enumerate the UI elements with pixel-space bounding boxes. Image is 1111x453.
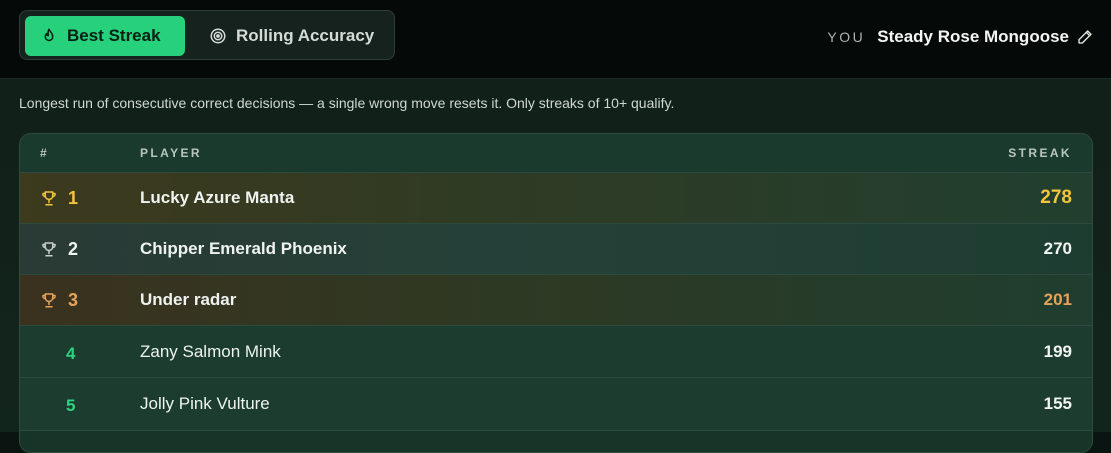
silver-trophy-icon (40, 240, 58, 258)
rank-number: 1 (68, 187, 79, 208)
rank-number: 5 (66, 396, 76, 415)
streak-value: 199 (1043, 341, 1072, 361)
leaderboard-panel: Longest run of consecutive correct decis… (0, 79, 1111, 453)
flame-icon (39, 26, 59, 46)
target-icon (208, 26, 228, 46)
pencil-icon[interactable] (1077, 29, 1093, 45)
leaderboard-description: Longest run of consecutive correct decis… (19, 95, 675, 111)
rank-cell: 1 (40, 173, 78, 223)
user-name: Steady Rose Mongoose (877, 27, 1069, 46)
top-bar: Best Streak Rolling Accuracy YOU Steady … (0, 0, 1111, 79)
tab-rolling-accuracy-label: Rolling Accuracy (236, 26, 375, 45)
you-label: YOU (827, 29, 866, 45)
table-row[interactable]: 5 Jolly Pink Vulture 155 (20, 378, 1092, 431)
table-header: # PLAYER STREAK (20, 134, 1092, 173)
streak-value: 278 (1040, 187, 1072, 208)
tab-best-streak[interactable]: Best Streak (25, 16, 185, 56)
bronze-trophy-icon (40, 291, 58, 309)
streak-value: 201 (1043, 290, 1072, 309)
column-header-streak: STREAK (1008, 146, 1072, 160)
player-name: Under radar (140, 290, 237, 309)
current-user: YOU Steady Rose Mongoose (827, 24, 1093, 50)
player-name: Chipper Emerald Phoenix (140, 239, 347, 258)
streak-value: 155 (1043, 394, 1072, 413)
player-name: Lucky Azure Manta (140, 188, 295, 207)
streak-value: 270 (1043, 239, 1072, 258)
rank-number: 3 (68, 289, 79, 310)
tab-rolling-accuracy[interactable]: Rolling Accuracy (202, 16, 392, 56)
rank-cell: 2 (40, 224, 78, 274)
column-header-player: PLAYER (140, 146, 202, 160)
rank-cell: 3 (40, 275, 78, 325)
leaderboard-tabs: Best Streak Rolling Accuracy (19, 10, 395, 60)
player-name: Zany Salmon Mink (140, 341, 281, 361)
table-row[interactable]: 2 Chipper Emerald Phoenix 270 (20, 224, 1092, 275)
gold-trophy-icon (40, 189, 58, 207)
rank-number: 2 (68, 238, 79, 259)
rank-number: 4 (66, 343, 76, 363)
table-row[interactable]: 4 Zany Salmon Mink 199 (20, 326, 1092, 378)
column-header-rank: # (40, 146, 50, 160)
tab-best-streak-label: Best Streak (67, 26, 161, 45)
table-row[interactable]: 1 Lucky Azure Manta 278 (20, 173, 1092, 224)
player-name: Jolly Pink Vulture (140, 394, 270, 413)
table-row[interactable]: 3 Under radar 201 (20, 275, 1092, 326)
leaderboard-table: # PLAYER STREAK 1 Lucky Azure Manta 278 … (19, 133, 1093, 453)
